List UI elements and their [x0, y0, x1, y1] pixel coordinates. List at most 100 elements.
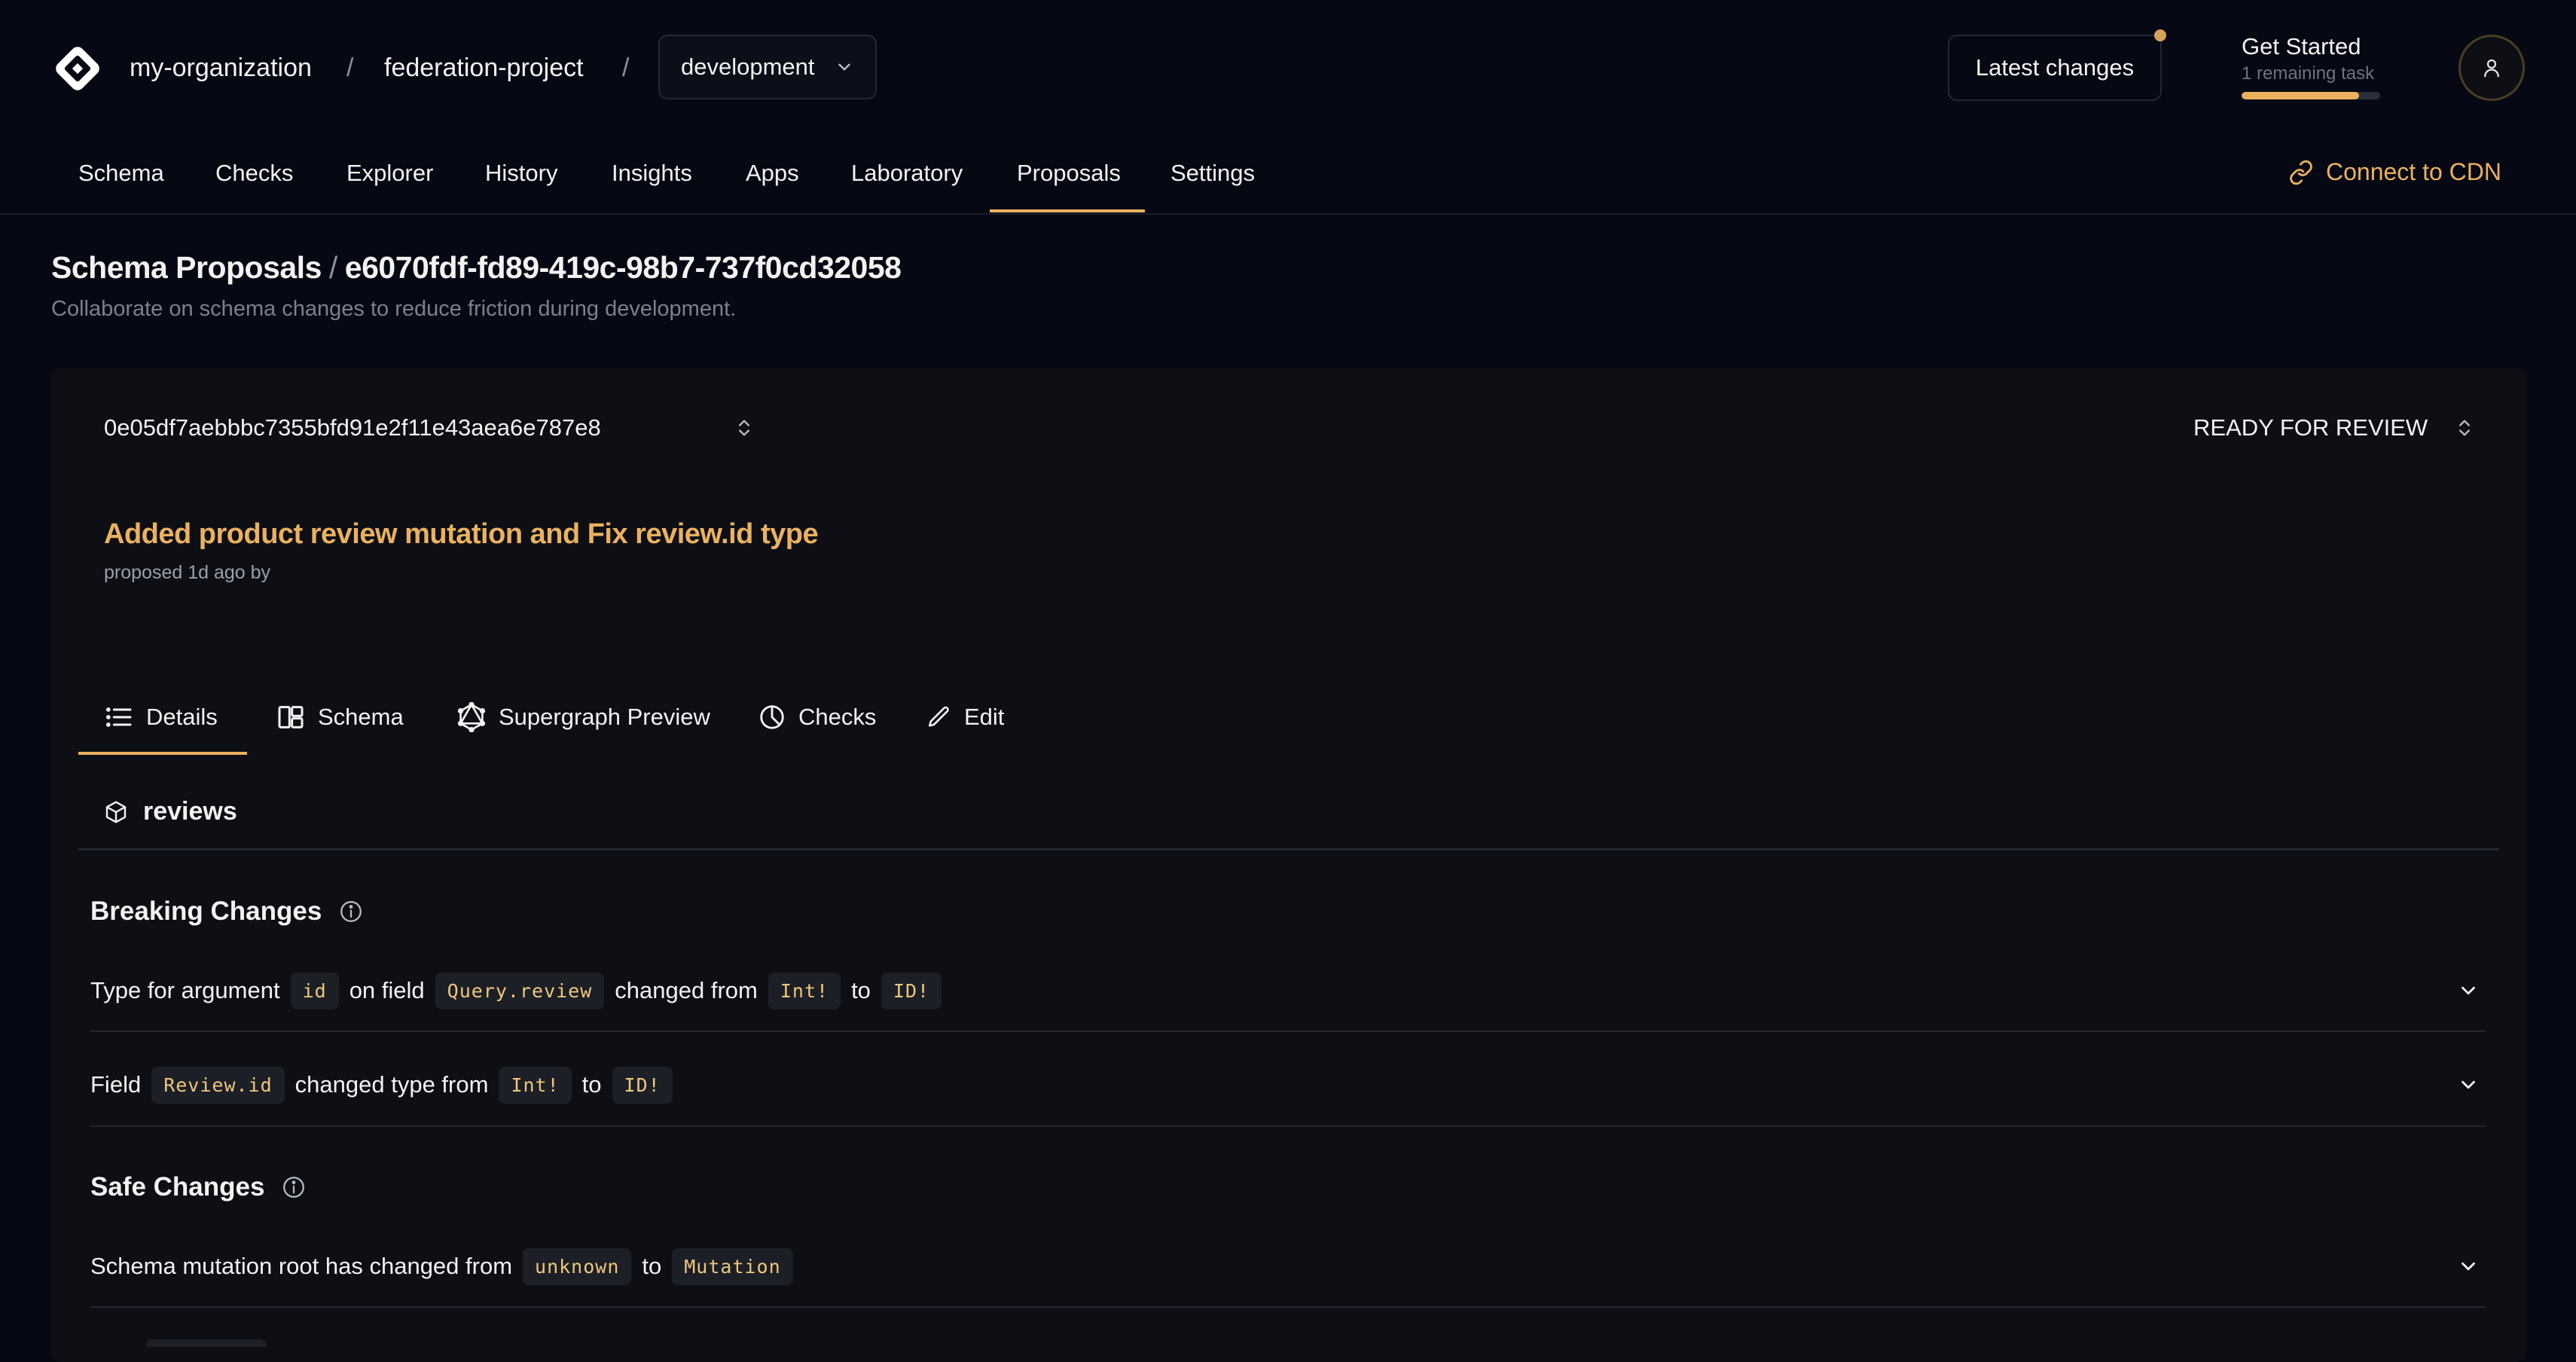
- title-separator: /: [328, 250, 337, 285]
- code-chip: unknown: [523, 1247, 632, 1285]
- chevron-down-icon[interactable]: [2457, 1255, 2480, 1278]
- get-started-subtitle: 1 remaining task: [2242, 63, 2375, 84]
- change-description: Type for argument id on field Query.revi…: [90, 972, 946, 1009]
- box-icon: [105, 800, 127, 823]
- user-avatar[interactable]: [2458, 35, 2525, 101]
- change-row[interactable]: Field Review.id changed type from Int! t…: [90, 1037, 2486, 1132]
- tab-supergraph-preview-label: Supergraph Preview: [499, 704, 710, 730]
- breadcrumb-project[interactable]: federation-project: [384, 50, 584, 86]
- proposal-title: Added product review mutation and Fix re…: [104, 518, 819, 550]
- tab-active-indicator: [78, 752, 247, 755]
- get-started-widget[interactable]: Get Started 1 remaining task: [2242, 32, 2392, 99]
- layout-icon: [278, 706, 304, 728]
- tab-details[interactable]: Details: [104, 699, 218, 735]
- change-row[interactable]: Schema mutation root has changed from un…: [90, 1219, 2486, 1314]
- code-chip: ID!: [881, 972, 942, 1009]
- pencil-icon: [928, 706, 949, 727]
- nav-schema[interactable]: Schema: [78, 157, 164, 190]
- chevron-up-down-icon: [2459, 420, 2470, 436]
- proposal-meta: proposed 1d ago by: [104, 562, 271, 583]
- top-bar: my-organization / federation-project / d…: [0, 0, 2576, 136]
- proposal-card: [51, 368, 2526, 1362]
- code-chip: Review.id: [151, 1066, 285, 1104]
- connect-cdn-link[interactable]: Connect to CDN: [2288, 158, 2501, 186]
- info-icon[interactable]: [338, 899, 364, 924]
- tab-schema-label: Schema: [318, 704, 404, 730]
- code-chip-partial: [146, 1339, 267, 1347]
- proposal-id: e6070fdf-fd89-419c-98b7-737f0cd32058: [344, 250, 902, 285]
- code-chip: Mutation: [672, 1247, 793, 1285]
- nav-history[interactable]: History: [485, 157, 557, 190]
- chevron-down-icon[interactable]: [2457, 979, 2480, 1002]
- tab-edit[interactable]: Edit: [926, 699, 1004, 735]
- list-icon: [106, 707, 132, 727]
- breaking-changes-label: Breaking Changes: [90, 896, 322, 926]
- hive-logo-icon[interactable]: [50, 41, 105, 96]
- page-title-section[interactable]: Schema Proposals: [51, 250, 322, 285]
- tab-checks-label: Checks: [798, 704, 877, 730]
- chevron-down-icon: [838, 63, 850, 71]
- safe-changes-title: Safe Changes: [90, 1172, 307, 1202]
- change-text: to: [642, 1253, 662, 1279]
- change-text: Field: [90, 1071, 142, 1098]
- nav-active-indicator: [990, 209, 1145, 212]
- target-select-value: development: [681, 53, 815, 80]
- chevron-up-down-icon: [739, 420, 749, 436]
- breadcrumb-separator: /: [346, 53, 354, 82]
- tab-details-label: Details: [146, 704, 218, 730]
- change-text: changed from: [615, 977, 758, 1003]
- get-started-progress: [2242, 92, 2380, 99]
- tab-supergraph-preview[interactable]: Supergraph Preview: [456, 699, 710, 735]
- status-select[interactable]: READY FOR REVIEW: [2193, 411, 2475, 444]
- change-description: Field Review.id changed type from Int! t…: [90, 1066, 677, 1104]
- change-row[interactable]: Type for argument id on field Query.revi…: [90, 943, 2486, 1038]
- pie-chart-icon: [760, 705, 784, 729]
- change-text: changed type from: [295, 1071, 489, 1098]
- nav-divider: [0, 213, 2576, 215]
- notification-dot: [2154, 29, 2166, 41]
- revision-select[interactable]: 0e05df7aebbbc7355bfd91e2f11e43aea6e787e8: [104, 411, 755, 444]
- code-chip: Query.review: [435, 972, 605, 1009]
- user-icon: [2484, 59, 2499, 78]
- row-divider: [90, 1031, 2486, 1032]
- service-name: reviews: [143, 797, 237, 826]
- nav-laboratory[interactable]: Laboratory: [851, 157, 963, 190]
- row-divider: [90, 1306, 2486, 1308]
- status-value: READY FOR REVIEW: [2193, 414, 2428, 441]
- nav-checks[interactable]: Checks: [215, 157, 293, 190]
- nav-insights[interactable]: Insights: [612, 157, 692, 190]
- nav-apps[interactable]: Apps: [746, 157, 799, 190]
- info-icon[interactable]: [281, 1174, 307, 1200]
- code-chip: Int!: [768, 972, 841, 1009]
- graphql-icon: [457, 702, 486, 732]
- safe-changes-label: Safe Changes: [90, 1172, 265, 1202]
- revision-hash: 0e05df7aebbbc7355bfd91e2f11e43aea6e787e8: [104, 414, 601, 441]
- link-icon: [2290, 160, 2312, 185]
- code-chip: Int!: [499, 1066, 572, 1104]
- change-text: on field: [349, 977, 425, 1003]
- tab-edit-label: Edit: [964, 704, 1005, 730]
- breadcrumb-organization[interactable]: my-organization: [130, 50, 312, 86]
- code-chip: ID!: [612, 1066, 673, 1104]
- tab-schema[interactable]: Schema: [276, 699, 404, 735]
- chevron-down-icon[interactable]: [2457, 1073, 2480, 1096]
- row-divider: [90, 1125, 2486, 1127]
- target-select[interactable]: development: [658, 35, 877, 99]
- page-description: Collaborate on schema changes to reduce …: [51, 297, 737, 321]
- nav-explorer[interactable]: Explorer: [346, 157, 433, 190]
- connect-cdn-label: Connect to CDN: [2326, 158, 2501, 185]
- service-header: reviews: [104, 797, 237, 826]
- change-text: Schema mutation root has changed from: [90, 1253, 513, 1279]
- latest-changes-label: Latest changes: [1975, 54, 2135, 81]
- change-text: to: [851, 977, 871, 1003]
- latest-changes-button[interactable]: Latest changes: [1948, 35, 2162, 101]
- code-chip: id: [290, 972, 339, 1009]
- tab-checks[interactable]: Checks: [758, 699, 876, 735]
- get-started-progress-fill: [2242, 92, 2360, 99]
- service-divider: [78, 848, 2499, 850]
- breaking-changes-title: Breaking Changes: [90, 896, 364, 927]
- nav-settings[interactable]: Settings: [1170, 157, 1255, 190]
- nav-proposals[interactable]: Proposals: [1017, 157, 1121, 190]
- get-started-title: Get Started: [2242, 33, 2361, 60]
- change-description: Schema mutation root has changed from un…: [90, 1247, 798, 1285]
